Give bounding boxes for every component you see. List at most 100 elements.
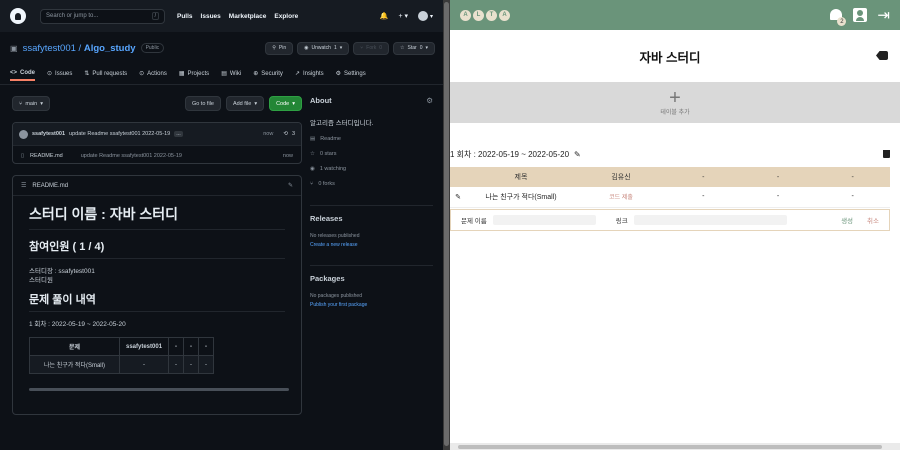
alta-header: A L T A 2 ⇥ [450,0,900,30]
history-heading: 문제 풀이 내역 [29,291,285,312]
table-scrollbar[interactable] [29,388,289,391]
alta-logo[interactable]: A L T A [460,9,510,21]
releases-title[interactable]: Releases [310,214,433,223]
nav-marketplace[interactable]: Marketplace [229,13,267,20]
table-header: - [168,337,185,356]
nav-pulls[interactable]: Pulls [177,13,193,20]
notification-bell-icon[interactable]: 2 [829,7,847,26]
code-button-label: Code [276,100,290,107]
go-to-file-button[interactable]: Go to file [184,96,221,111]
create-button[interactable]: 생성 [841,215,853,225]
table-cell: - [118,355,170,374]
file-row: ▯ README.md update Readme ssafytest001 2… [13,145,301,163]
alta-panel: A L T A 2 ⇥ 자바 스터디 + 테이블 추가 1 회차 : 2022-… [450,0,900,450]
commit-time: now [263,131,274,137]
readme-header: ☰ README.md ✎ [13,176,301,196]
about-description: 알고리즘 스터디입니다. [310,120,374,127]
tab-issues[interactable]: ⊙ Issues [47,66,72,81]
notification-bell-icon[interactable]: 🔔 [380,12,389,20]
scrollbar-thumb[interactable] [444,2,449,446]
tab-label: Actions [147,70,167,77]
edit-pencil-icon[interactable]: ✎ [288,182,293,189]
commit-count[interactable]: 3 [292,131,295,137]
about-section: About ⚙ 알고리즘 스터디입니다. ▤ Readme ☆ 0 stars ◉ 1… [310,96,433,426]
star-label: Star [407,45,417,51]
branch-select[interactable]: ⑂ main ▾ [12,96,50,111]
add-file-label: Add file [232,100,252,107]
chevron-down-icon: ▾ [429,13,433,20]
publish-package-link[interactable]: Publish your first package [310,302,433,308]
add-file-button[interactable]: Add file ▾ [225,96,265,111]
code-button[interactable]: Code ▾ [269,96,302,111]
pin-button[interactable]: ⚲ Pin [265,41,294,55]
about-watching-link[interactable]: ◉ 1 watching [310,166,433,172]
nav-explore[interactable]: Explore [274,13,298,20]
scrollbar-thumb[interactable] [458,445,882,449]
star-icon: ☆ [310,151,315,157]
github-logo-icon[interactable] [10,8,26,24]
star-button[interactable]: ☆ Star 0 ▾ [393,41,435,55]
link-input[interactable] [633,215,787,225]
fork-button[interactable]: ⑂ Fork 0 [353,41,390,55]
table-icon: ▦ [178,71,185,77]
add-table-button[interactable]: + 테이블 추가 [450,82,900,123]
packages-title[interactable]: Packages [310,274,433,283]
file-name-link[interactable]: README.md [30,153,63,159]
horizontal-scrollbar[interactable] [450,443,900,450]
gear-icon[interactable]: ⚙ [426,96,433,105]
tab-pull-requests[interactable]: ⇅ Pull requests [84,66,127,81]
create-new-menu[interactable]: + ▾ [398,12,408,20]
repo-name-link[interactable]: Algo_study [84,43,136,54]
file-commit-message[interactable]: update Readme ssafytest001 2022-05-19 [81,153,182,159]
table-header [450,167,466,187]
tab-label: Security [261,70,283,77]
commit-message[interactable]: update Readme ssafytest001 2022-05-19 [69,131,170,137]
cancel-button[interactable]: 취소 [867,215,879,225]
file-time: now [282,152,293,159]
leader-text: 스터디장 : ssafytest001 [29,268,95,275]
repo-owner-link[interactable]: ssafytest001 [23,43,76,54]
tab-label: Pull requests [92,70,128,77]
fork-count: 0 [379,45,383,51]
about-readme-link[interactable]: ▤ Readme [310,136,433,142]
table-row: 나는 친구가 적다(Small) - - - - [29,355,215,374]
logo-letter: T [486,9,497,21]
problem-name-label: 문제 이름 [461,218,487,225]
repo-tabs: <> Code ⊙ Issues ⇅ Pull requests ⊙ Actions ▦… [10,66,435,81]
history-icon[interactable]: ⟲ [283,131,288,137]
search-input[interactable]: Search or jump to... / [40,8,165,24]
tab-code[interactable]: <> Code [10,66,36,81]
problem-name-input[interactable] [492,215,596,225]
logout-icon[interactable]: ⇥ [877,8,890,23]
tab-label: Projects [187,70,210,77]
notification-count-badge: 2 [837,17,847,26]
edit-pencil-icon[interactable]: ✎ [574,150,581,159]
tab-projects[interactable]: ▦ Projects [179,66,209,81]
user-profile-icon[interactable] [853,8,868,22]
submit-code-link[interactable]: 코드 제출 [576,187,666,208]
table-cell: - [740,187,816,208]
gear-icon: ⚙ [335,71,342,77]
avatar-menu[interactable]: ▾ [417,11,433,21]
create-release-link[interactable]: Create a new release [310,242,433,248]
tab-insights[interactable]: ↗ Insights [295,66,324,81]
commit-author[interactable]: ssafytest001 [32,131,65,137]
commit-expand-button[interactable]: ... [174,131,183,137]
about-stars-link[interactable]: ☆ 0 stars [310,151,433,157]
nav-issues[interactable]: Issues [201,13,221,20]
trash-icon[interactable] [883,150,890,158]
row-edit-pencil-icon[interactable]: ✎ [450,187,466,208]
window-splitter-scrollbar[interactable] [443,0,450,450]
list-icon[interactable]: ☰ [21,182,26,189]
tab-label: Code [20,69,36,76]
table-row: ✎ 나는 친구가 적다(Small) 코드 제출 - - - [450,187,890,208]
problem-title-link[interactable]: 나는 친구가 적다(Small) [466,187,576,208]
link-label: 링크 [615,218,628,225]
about-forks-link[interactable]: ⑂ 0 forks [310,181,433,187]
tab-actions[interactable]: ⊙ Actions [139,66,167,81]
tab-security[interactable]: ⊕ Security [253,66,283,81]
new-problem-row: 문제 이름 링크 생성 취소 [450,209,890,231]
unwatch-button[interactable]: ◉ Unwatch 1 ▾ [297,41,350,55]
tab-settings[interactable]: ⚙ Settings [336,66,366,81]
tab-wiki[interactable]: ▤ Wiki [221,66,241,81]
